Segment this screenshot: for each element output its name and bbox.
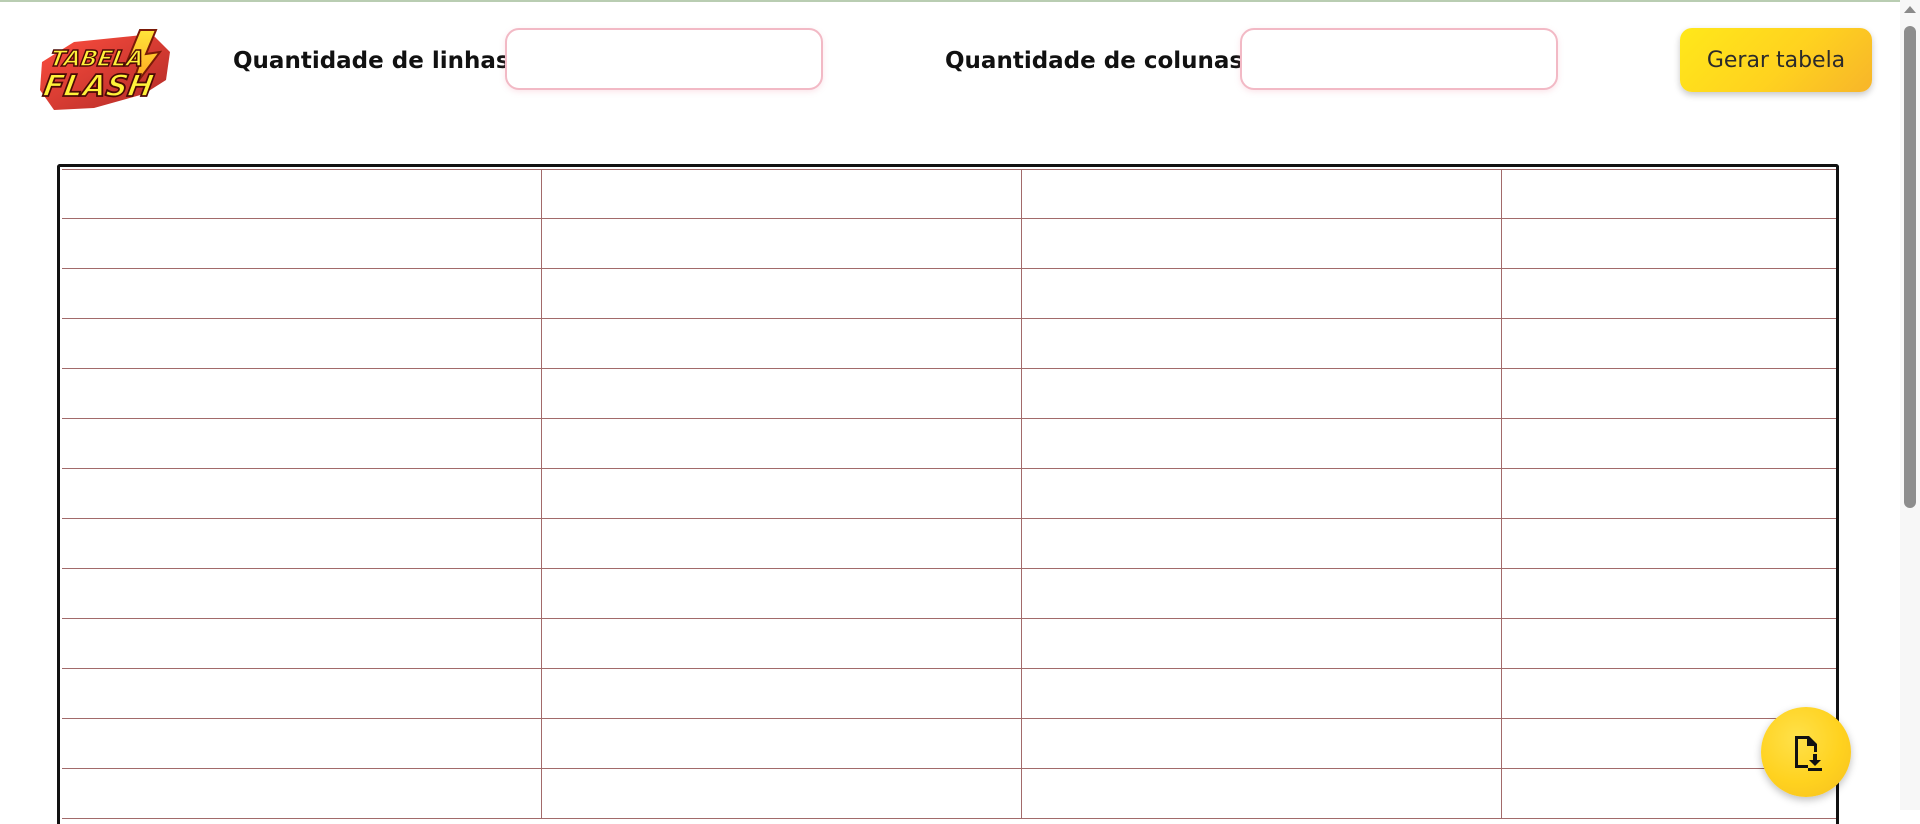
table-cell[interactable] xyxy=(62,219,542,268)
table-row xyxy=(62,519,1836,569)
table-cell[interactable] xyxy=(1022,719,1502,768)
table-cell[interactable] xyxy=(1502,569,1836,618)
logo-graphic: TABELA FLASH xyxy=(40,29,170,110)
table-cell[interactable] xyxy=(62,419,542,468)
scrollbar-thumb[interactable] xyxy=(1904,26,1916,508)
table-row xyxy=(62,219,1836,269)
table-row xyxy=(62,769,1836,819)
scroll-up-arrow-icon[interactable] xyxy=(1904,6,1916,13)
table-cell[interactable] xyxy=(542,469,1022,518)
table-row xyxy=(62,619,1836,669)
table-cell[interactable] xyxy=(1022,170,1502,218)
download-file-button[interactable] xyxy=(1761,707,1851,797)
table-cell[interactable] xyxy=(542,769,1022,818)
table-cell[interactable] xyxy=(1022,219,1502,268)
table-row xyxy=(62,569,1836,619)
table-row xyxy=(62,369,1836,419)
table-cell[interactable] xyxy=(1502,619,1836,668)
table-cell[interactable] xyxy=(542,219,1022,268)
table-row xyxy=(62,319,1836,369)
table-cell[interactable] xyxy=(542,669,1022,718)
table-cell[interactable] xyxy=(62,269,542,318)
table-cell[interactable] xyxy=(1502,170,1836,218)
table-cell[interactable] xyxy=(542,719,1022,768)
table-cell[interactable] xyxy=(542,170,1022,218)
generated-table xyxy=(57,164,1839,824)
table-cell[interactable] xyxy=(62,519,542,568)
table-cell[interactable] xyxy=(62,319,542,368)
columns-label: Quantidade de colunas: xyxy=(945,48,1253,74)
logo-text-line2: FLASH xyxy=(41,69,157,104)
table-cell[interactable] xyxy=(1502,369,1836,418)
table-cell[interactable] xyxy=(1022,519,1502,568)
generate-table-button[interactable]: Gerar tabela xyxy=(1680,28,1872,92)
table-cell[interactable] xyxy=(1022,569,1502,618)
table-cell[interactable] xyxy=(1502,469,1836,518)
table-cell[interactable] xyxy=(542,419,1022,468)
table-cell[interactable] xyxy=(542,269,1022,318)
table-cell[interactable] xyxy=(1502,419,1836,468)
table-cell[interactable] xyxy=(62,619,542,668)
table-cell[interactable] xyxy=(1502,219,1836,268)
table-cell[interactable] xyxy=(62,170,542,218)
logo-text-line1: TABELA xyxy=(48,46,146,72)
table-cell[interactable] xyxy=(542,369,1022,418)
table-cell[interactable] xyxy=(1502,519,1836,568)
table-cell[interactable] xyxy=(62,769,542,818)
table-cell[interactable] xyxy=(1022,669,1502,718)
tabela-flash-logo[interactable]: TABELA FLASH xyxy=(34,28,176,116)
table-cell[interactable] xyxy=(1022,619,1502,668)
rows-label: Quantidade de linhas: xyxy=(233,48,519,74)
table-row xyxy=(62,419,1836,469)
table-cell[interactable] xyxy=(62,569,542,618)
table-cell[interactable] xyxy=(1022,469,1502,518)
table-row xyxy=(62,169,1836,219)
table-cell[interactable] xyxy=(62,669,542,718)
table-cell[interactable] xyxy=(1502,319,1836,368)
table-cell[interactable] xyxy=(1022,419,1502,468)
table-cell[interactable] xyxy=(1022,769,1502,818)
header-bar: TABELA FLASH Quantidade de linhas: Quant… xyxy=(0,2,1898,122)
file-download-icon xyxy=(1795,736,1822,771)
table-row xyxy=(62,719,1836,769)
table-row xyxy=(62,669,1836,719)
table-cell[interactable] xyxy=(542,519,1022,568)
table-row xyxy=(62,269,1836,319)
table-cell[interactable] xyxy=(62,469,542,518)
table-cell[interactable] xyxy=(1022,319,1502,368)
table-cell[interactable] xyxy=(542,569,1022,618)
table-cell[interactable] xyxy=(1502,269,1836,318)
vertical-scrollbar[interactable] xyxy=(1900,0,1920,810)
table-cell[interactable] xyxy=(62,369,542,418)
table-cell[interactable] xyxy=(542,319,1022,368)
table-grid xyxy=(62,169,1836,819)
table-cell[interactable] xyxy=(1022,269,1502,318)
columns-input[interactable] xyxy=(1240,28,1558,90)
table-cell[interactable] xyxy=(1022,369,1502,418)
rows-input[interactable] xyxy=(505,28,823,90)
table-cell[interactable] xyxy=(542,619,1022,668)
table-row xyxy=(62,469,1836,519)
table-cell[interactable] xyxy=(62,719,542,768)
